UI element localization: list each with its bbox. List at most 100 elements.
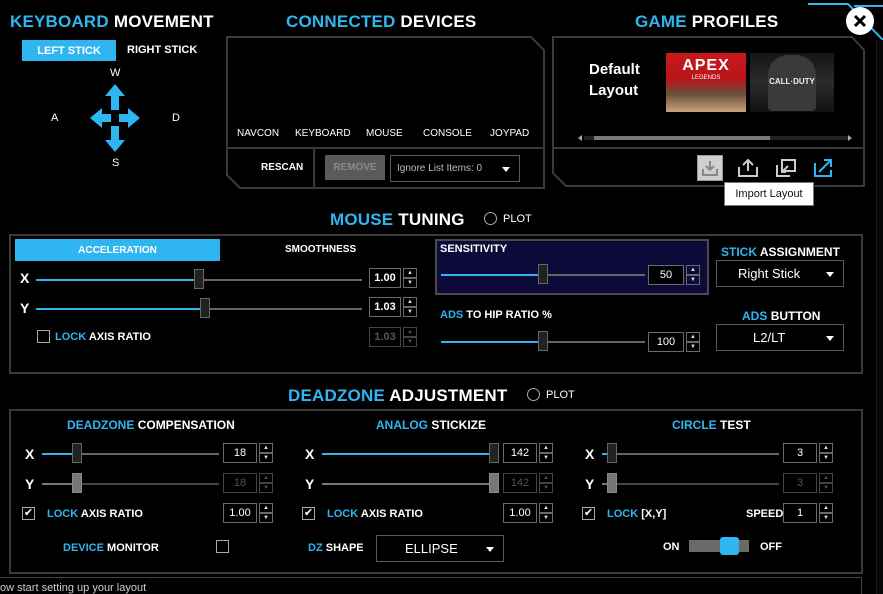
profiles-scrollbar[interactable] [584,136,848,140]
speed-spinbox[interactable]: 1 ▲ ▼ [783,503,833,523]
device-console[interactable]: CONSOLE [423,128,472,139]
spinbox-value[interactable]: 1.00 [223,503,257,523]
spinbox-value[interactable]: 1 [783,503,817,523]
sensitivity-slider[interactable] [441,264,645,284]
open-external-button[interactable] [811,155,837,181]
device-keyboard[interactable]: KEYBOARD [295,128,351,139]
stickize-x-spinbox[interactable]: 142 ▲ ▼ [503,443,553,463]
spinbox-arrows[interactable]: ▲ ▼ [819,443,833,463]
spinbox-arrows[interactable]: ▲ ▼ [539,443,553,463]
spinbox-arrows[interactable]: ▲ ▼ [819,473,833,493]
close-button[interactable] [846,7,874,35]
title-accent: CONNECTED [286,12,396,31]
circle-x-slider[interactable] [602,443,779,463]
mouse-lock-axis-checkbox[interactable] [37,330,50,343]
spinbox-value[interactable]: 3 [783,473,817,493]
slider-thumb[interactable] [200,298,210,318]
dz-shape-dropdown[interactable]: ELLIPSE [376,535,504,562]
toggle-knob[interactable] [720,537,739,555]
spinbox-arrows[interactable]: ▲ ▼ [686,265,700,285]
slider-thumb[interactable] [607,443,617,463]
sensitivity-spinbox[interactable]: 50 ▲ ▼ [648,265,700,285]
spinbox-value[interactable]: 1.00 [503,503,537,523]
device-monitor-checkbox[interactable] [216,540,229,553]
comp-x-spinbox[interactable]: 18 ▲ ▼ [223,443,273,463]
accel-y-spinbox[interactable]: 1.03 ▲ ▼ [369,297,417,317]
stickize-y-slider[interactable] [322,473,499,493]
slider-thumb[interactable] [538,331,548,351]
stickize-x-slider[interactable] [322,443,499,463]
spinbox-arrows[interactable]: ▲ ▼ [539,503,553,523]
spinbox-value[interactable]: 1.03 [369,297,401,317]
spinbox-arrows[interactable]: ▲ ▼ [259,473,273,493]
stickize-y-spinbox[interactable]: 142 ▲ ▼ [503,473,553,493]
circle-y-spinbox[interactable]: 3 ▲ ▼ [783,473,833,493]
scroll-right-icon[interactable] [848,135,852,141]
profile-default-layout[interactable]: Default Layout [577,53,662,112]
circle-x-spinbox[interactable]: 3 ▲ ▼ [783,443,833,463]
tab-acceleration[interactable]: ACCELERATION [15,239,220,261]
slider-thumb[interactable] [194,269,204,289]
title-rest: MOVEMENT [113,12,214,31]
on-off-toggle[interactable] [689,537,749,555]
slider-thumb[interactable] [607,473,617,493]
spinbox-value[interactable]: 50 [648,265,684,285]
spinbox-arrows[interactable]: ▲ ▼ [403,297,417,317]
slider-thumb[interactable] [72,473,82,493]
circle-y-slider[interactable] [602,473,779,493]
slider-thumb[interactable] [489,473,499,493]
accel-y-slider[interactable] [36,298,362,318]
remove-button[interactable]: REMOVE [325,155,385,180]
deadzone-plot-radio[interactable] [527,388,540,401]
comp-ratio-spinbox[interactable]: 1.00 ▲ ▼ [223,503,273,523]
spinbox-value[interactable]: 100 [648,332,684,352]
device-mouse[interactable]: MOUSE [366,128,403,139]
profile-call-of-duty[interactable]: CALL·DUTY [750,53,834,112]
comp-lock-axis-checkbox[interactable]: ✔ [22,507,35,520]
spinbox-value[interactable]: 142 [503,473,537,493]
stickize-ratio-spinbox[interactable]: 1.00 ▲ ▼ [503,503,553,523]
device-joypad[interactable]: JOYPAD [490,128,529,139]
ads-button-dropdown[interactable]: L2/LT [716,324,844,351]
tab-left-stick[interactable]: LEFT STICK [22,40,116,61]
ignore-list-dropdown[interactable]: Ignore List Items: 0 [390,155,520,182]
spinbox-value[interactable]: 142 [503,443,537,463]
comp-y-spinbox[interactable]: 18 ▲ ▼ [223,473,273,493]
comp-y-slider[interactable] [42,473,219,493]
slider-thumb[interactable] [489,443,499,463]
rescan-button[interactable]: RESCAN [261,162,303,173]
accel-x-spinbox[interactable]: 1.00 ▲ ▼ [369,268,417,288]
comp-x-slider[interactable] [42,443,219,463]
slider-thumb[interactable] [538,264,548,284]
spinbox-value[interactable]: 18 [223,473,257,493]
ads-ratio-slider[interactable] [441,331,645,351]
spinbox-value[interactable]: 1.00 [369,268,401,288]
stick-assignment-dropdown[interactable]: Right Stick [716,260,844,287]
spinbox-arrows[interactable]: ▲ ▼ [819,503,833,523]
spinbox-arrows[interactable]: ▲ ▼ [403,268,417,288]
ads-ratio-spinbox[interactable]: 100 ▲ ▼ [648,332,700,352]
device-navcon[interactable]: NAVCON [237,128,279,139]
tab-right-stick[interactable]: RIGHT STICK [127,44,197,56]
spinbox-value[interactable]: 1.03 [369,327,401,347]
accel-x-slider[interactable] [36,269,362,289]
spinbox-arrows[interactable]: ▲ ▼ [403,327,417,347]
spinbox-value[interactable]: 3 [783,443,817,463]
slider-thumb[interactable] [72,443,82,463]
swap-layout-button[interactable] [773,155,799,181]
mouse-lock-spinbox[interactable]: 1.03 ▲ ▼ [369,327,417,347]
spinbox-arrows[interactable]: ▲ ▼ [539,473,553,493]
spinbox-arrows[interactable]: ▲ ▼ [259,503,273,523]
profile-apex[interactable]: APEX LEGENDS [666,53,746,112]
scroll-left-icon[interactable] [578,135,582,141]
scrollbar-thumb[interactable] [594,136,770,140]
export-layout-button[interactable] [735,155,761,181]
circle-lock-xy-checkbox[interactable]: ✔ [582,507,595,520]
spinbox-arrows[interactable]: ▲ ▼ [686,332,700,352]
spinbox-arrows[interactable]: ▲ ▼ [259,443,273,463]
spinbox-value[interactable]: 18 [223,443,257,463]
tab-smoothness[interactable]: SMOOTHNESS [285,244,356,255]
import-layout-button[interactable] [697,155,723,181]
mouse-plot-radio[interactable] [484,212,497,225]
stickize-lock-axis-checkbox[interactable]: ✔ [302,507,315,520]
